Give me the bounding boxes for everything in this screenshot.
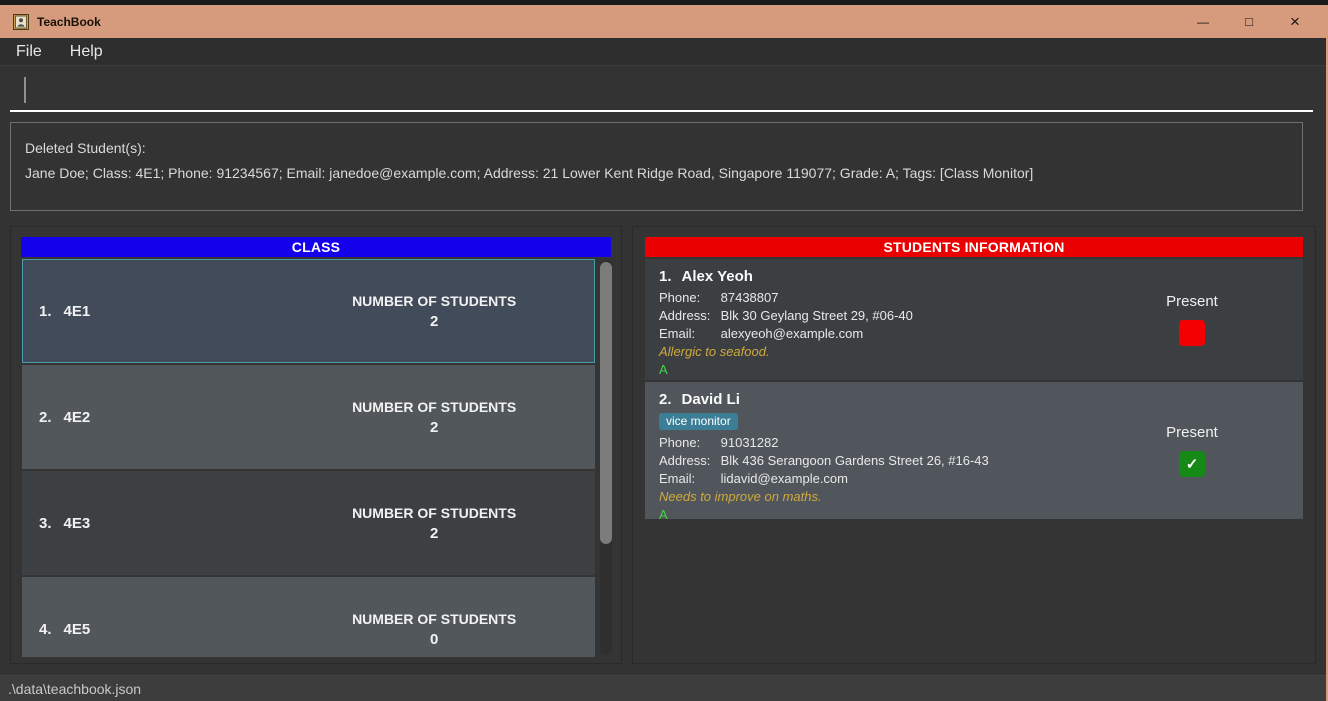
minimize-icon: — <box>1197 15 1209 29</box>
menu-file[interactable]: File <box>0 43 56 61</box>
attendance-block: Present <box>1147 259 1237 380</box>
address-label: Address: <box>659 307 717 325</box>
email-value: alexyeoh@example.com <box>721 326 864 341</box>
class-name: 2. 4E2 <box>23 409 90 426</box>
number-of-students-value: 2 <box>274 313 594 330</box>
number-of-students-value: 2 <box>274 525 594 542</box>
email-label: Email: <box>659 325 717 343</box>
class-name-label: 4E5 <box>64 621 91 638</box>
number-of-students-value: 2 <box>274 419 594 436</box>
class-index: 4. <box>39 621 52 638</box>
attendance-block: Present ✓ <box>1147 382 1237 519</box>
students-panel: STUDENTS INFORMATION 1. Alex Yeoh Phone:… <box>632 226 1316 664</box>
class-panel: CLASS 1. 4E1 NUMBER OF STUDENTS 2 2. 4E2… <box>10 226 622 664</box>
class-index: 1. <box>39 303 52 320</box>
data-file-path: .\data\teachbook.json <box>8 681 141 697</box>
class-card-4e1[interactable]: 1. 4E1 NUMBER OF STUDENTS 2 <box>22 259 595 363</box>
maximize-icon: □ <box>1245 14 1253 29</box>
student-name-label: David Li <box>682 391 740 408</box>
result-line: Deleted Student(s): <box>25 136 1288 161</box>
class-card-4e5[interactable]: 4. 4E5 NUMBER OF STUDENTS 0 <box>22 577 595 657</box>
phone-value: 91031282 <box>721 435 779 450</box>
class-count-block: NUMBER OF STUDENTS 0 <box>274 611 594 648</box>
menubar: File Help <box>0 38 1326 66</box>
teachbook-app-icon <box>13 14 29 30</box>
attendance-checkbox-unchecked[interactable] <box>1179 320 1205 346</box>
result-display: Deleted Student(s): Jane Doe; Class: 4E1… <box>10 122 1303 211</box>
class-card-4e3[interactable]: 3. 4E3 NUMBER OF STUDENTS 2 <box>22 471 595 575</box>
class-panel-header: CLASS <box>21 237 611 257</box>
checkmark-icon: ✓ <box>1186 455 1199 473</box>
window-controls: — □ × <box>1180 5 1318 38</box>
address-label: Address: <box>659 452 717 470</box>
class-name-label: 4E2 <box>64 409 91 426</box>
minimize-button[interactable]: — <box>1180 5 1226 38</box>
maximize-button[interactable]: □ <box>1226 5 1272 38</box>
class-list: 1. 4E1 NUMBER OF STUDENTS 2 2. 4E2 NUMBE… <box>22 259 595 657</box>
scrollbar-thumb[interactable] <box>600 262 612 544</box>
class-count-block: NUMBER OF STUDENTS 2 <box>274 505 594 542</box>
number-of-students-label: NUMBER OF STUDENTS <box>274 399 594 415</box>
address-value: Blk 30 Geylang Street 29, #06-40 <box>721 308 913 323</box>
class-name-label: 4E1 <box>64 303 91 320</box>
menu-help[interactable]: Help <box>56 43 117 61</box>
email-label: Email: <box>659 470 717 488</box>
class-name-label: 4E3 <box>64 515 91 532</box>
class-index: 2. <box>39 409 52 426</box>
command-input[interactable] <box>0 67 1326 113</box>
student-index: 2. <box>659 391 672 408</box>
attendance-checkbox-checked[interactable]: ✓ <box>1179 451 1205 477</box>
email-value: lidavid@example.com <box>721 471 848 486</box>
present-label: Present <box>1166 293 1218 310</box>
student-name-label: Alex Yeoh <box>682 268 753 285</box>
class-name: 1. 4E1 <box>23 303 90 320</box>
phone-value: 87438807 <box>721 290 779 305</box>
student-tag: vice monitor <box>659 413 738 430</box>
close-icon: × <box>1290 12 1300 32</box>
phone-label: Phone: <box>659 434 717 452</box>
result-line: Jane Doe; Class: 4E1; Phone: 91234567; E… <box>25 161 1288 186</box>
present-label: Present <box>1166 424 1218 441</box>
class-card-4e2[interactable]: 2. 4E2 NUMBER OF STUDENTS 2 <box>22 365 595 469</box>
students-panel-header: STUDENTS INFORMATION <box>645 237 1303 257</box>
student-card-david-li[interactable]: 2. David Li vice monitor Phone: 91031282… <box>645 382 1303 519</box>
student-card-alex-yeoh[interactable]: 1. Alex Yeoh Phone: 87438807 Address: Bl… <box>645 259 1303 380</box>
address-value: Blk 436 Serangoon Gardens Street 26, #16… <box>721 453 989 468</box>
class-list-scrollbar[interactable] <box>600 259 612 655</box>
command-input-underline <box>10 110 1313 112</box>
class-name: 3. 4E3 <box>23 515 90 532</box>
class-name: 4. 4E5 <box>23 621 90 638</box>
class-count-block: NUMBER OF STUDENTS 2 <box>274 399 594 436</box>
text-caret <box>24 77 26 103</box>
number-of-students-label: NUMBER OF STUDENTS <box>274 505 594 521</box>
phone-label: Phone: <box>659 289 717 307</box>
student-list: 1. Alex Yeoh Phone: 87438807 Address: Bl… <box>645 259 1303 521</box>
status-bar: .\data\teachbook.json <box>0 675 1328 701</box>
student-index: 1. <box>659 268 672 285</box>
number-of-students-label: NUMBER OF STUDENTS <box>274 293 594 309</box>
number-of-students-value: 0 <box>274 631 594 648</box>
close-button[interactable]: × <box>1272 5 1318 38</box>
window-title: TeachBook <box>37 15 101 29</box>
class-count-block: NUMBER OF STUDENTS 2 <box>274 293 594 330</box>
class-index: 3. <box>39 515 52 532</box>
number-of-students-label: NUMBER OF STUDENTS <box>274 611 594 627</box>
titlebar: TeachBook — □ × <box>0 5 1328 38</box>
